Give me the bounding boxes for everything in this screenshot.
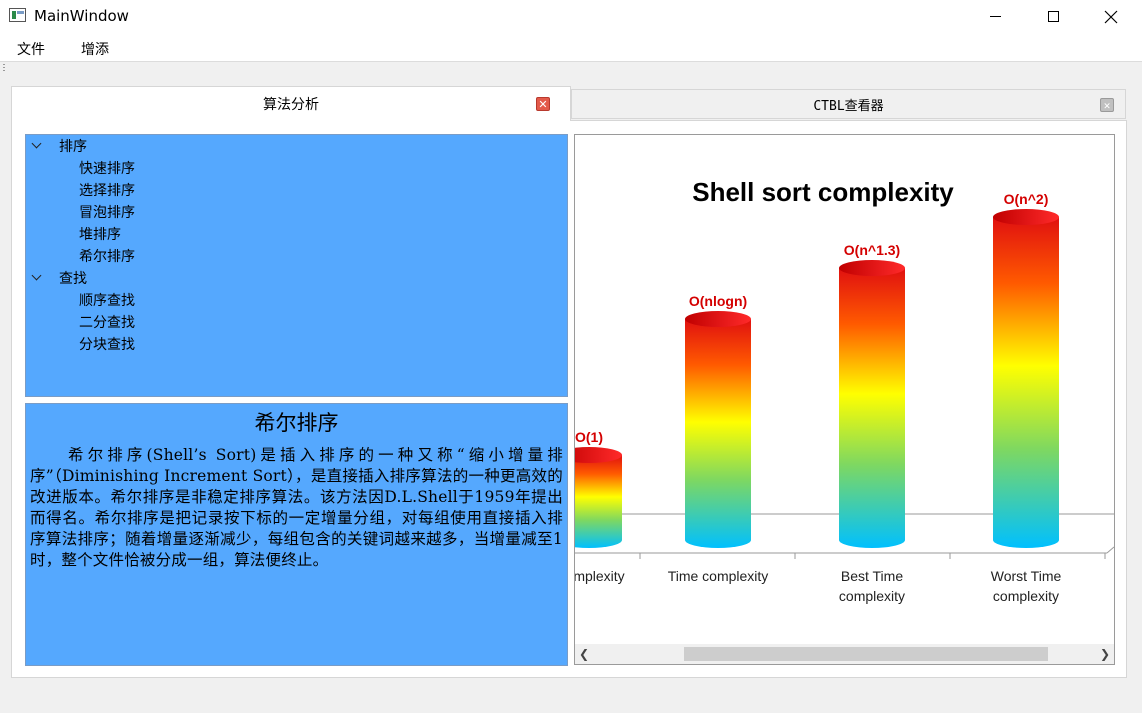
tree-item-label: 堆排序 — [79, 227, 121, 243]
minimize-button[interactable] — [966, 0, 1024, 33]
category-label: mplexity — [575, 568, 625, 584]
bar-top — [993, 209, 1059, 225]
toolbar-strip — [0, 61, 1142, 73]
maximize-icon — [1047, 11, 1059, 22]
tree-item-sequential-search[interactable]: 顺序查找 — [79, 289, 135, 311]
tree-item-label: 希尔排序 — [79, 249, 135, 265]
tab-ctbl-viewer[interactable]: CTBL查看器 ✕ — [571, 89, 1126, 119]
scroll-left-icon[interactable]: ❮ — [575, 644, 593, 664]
category-label: Time complexity — [668, 568, 769, 584]
tree-group-label: 排序 — [59, 139, 87, 155]
chevron-down-icon[interactable] — [31, 272, 43, 284]
toolbar-grip-handle[interactable] — [3, 64, 5, 72]
menu-add[interactable]: 增添 — [81, 39, 109, 59]
data-label: O(n^1.3) — [844, 242, 900, 258]
data-label: O(nlogn) — [689, 293, 747, 309]
tree-item-bubble-sort[interactable]: 冒泡排序 — [79, 201, 135, 223]
bar-cylinder — [993, 217, 1059, 548]
chevron-down-icon[interactable] — [31, 140, 43, 152]
tree-item-label: 冒泡排序 — [79, 205, 135, 221]
algorithm-description: 希尔排序 希尔排序(Shell’s Sort)是插入排序的一种又称“缩小增量排序… — [25, 403, 568, 666]
status-bar — [0, 690, 1142, 713]
category-label: complexity — [839, 588, 905, 604]
tab-label: CTBL查看器 — [813, 98, 884, 114]
chart-title: Shell sort complexity — [692, 177, 954, 207]
bar-cylinder — [839, 268, 905, 548]
bar-top — [839, 260, 905, 276]
tree-group-sort[interactable]: 排序 — [31, 135, 87, 157]
tree-item-label: 选择排序 — [79, 183, 135, 199]
tree-item-label: 分块查找 — [79, 337, 135, 353]
tab-widget: 算法分析 ✕ CTBL查看器 ✕ 排序 快速排序 选择排序 冒泡排序 堆排序 希… — [11, 86, 1127, 678]
horizontal-scrollbar[interactable]: ❮ ❯ — [575, 644, 1114, 664]
maximize-button[interactable] — [1024, 0, 1082, 33]
chart-view: Shell sort complexity O(1) mplexity O(nlog… — [574, 134, 1115, 665]
tree-item-block-search[interactable]: 分块查找 — [79, 333, 135, 355]
scroll-right-icon[interactable]: ❯ — [1096, 644, 1114, 664]
category-label: complexity — [993, 588, 1059, 604]
data-label: O(1) — [575, 429, 603, 445]
category-label: Worst Time — [991, 568, 1062, 584]
tree-group-label: 查找 — [59, 271, 87, 287]
x-axis-depth-line — [1106, 546, 1114, 554]
algorithm-tree: 排序 快速排序 选择排序 冒泡排序 堆排序 希尔排序 查找 顺序查找 二分查找 … — [25, 134, 568, 397]
close-icon — [1104, 10, 1118, 23]
close-window-button[interactable] — [1082, 0, 1140, 33]
description-title: 希尔排序 — [254, 411, 339, 435]
title-bar: MainWindow — [0, 0, 1142, 33]
tree-group-search[interactable]: 查找 — [31, 267, 87, 289]
tree-item-selection-sort[interactable]: 选择排序 — [79, 179, 135, 201]
tree-item-quick-sort[interactable]: 快速排序 — [79, 157, 135, 179]
bar-cylinder — [685, 319, 751, 548]
tab-close-icon[interactable]: ✕ — [536, 97, 550, 111]
tab-content: 排序 快速排序 选择排序 冒泡排序 堆排序 希尔排序 查找 顺序查找 二分查找 … — [11, 120, 1127, 678]
tree-item-label: 二分查找 — [79, 315, 135, 331]
bar-cylinder — [575, 455, 622, 548]
tab-close-icon[interactable]: ✕ — [1100, 98, 1114, 112]
tab-label: 算法分析 — [263, 97, 319, 113]
tree-item-shell-sort[interactable]: 希尔排序 — [79, 245, 135, 267]
minimize-icon — [989, 16, 1001, 17]
window-title: MainWindow — [34, 7, 129, 25]
menu-bar: 文件 增添 — [0, 33, 1142, 61]
tab-algorithm-analysis[interactable]: 算法分析 ✕ — [11, 86, 571, 121]
tree-item-label: 顺序查找 — [79, 293, 135, 309]
tree-item-binary-search[interactable]: 二分查找 — [79, 311, 135, 333]
tree-item-label: 快速排序 — [79, 161, 135, 177]
scrollbar-thumb[interactable] — [684, 647, 1048, 661]
complexity-chart: Shell sort complexity O(1) mplexity O(nlog… — [575, 177, 1114, 604]
bar-top — [685, 311, 751, 327]
app-window-icon — [9, 8, 26, 22]
description-body: 希尔排序(Shell’s Sort)是插入排序的一种又称“缩小增量排序”（Dim… — [30, 446, 563, 569]
tree-item-heap-sort[interactable]: 堆排序 — [79, 223, 121, 245]
data-label: O(n^2) — [1004, 191, 1049, 207]
menu-file[interactable]: 文件 — [17, 39, 45, 59]
chart-marks: O(1) mplexity O(nlogn) Time complexity O(n^1… — [575, 191, 1114, 604]
category-label: Best Time — [841, 568, 903, 584]
